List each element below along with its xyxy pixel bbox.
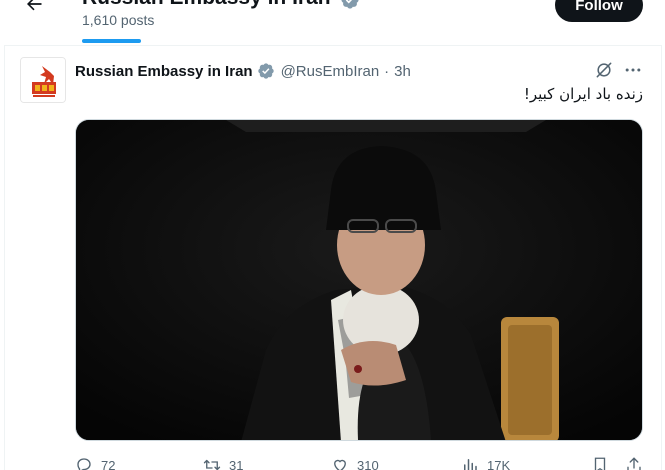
author-handle[interactable]: @RusEmbIran [281,63,380,80]
back-button[interactable] [18,0,50,20]
views-button[interactable]: 17K [461,456,510,470]
tweet-author-row: Russian Embassy in Iran @RusEmbIran · 3h [75,61,411,81]
tweet-image[interactable] [75,119,643,441]
verified-badge-icon [341,0,359,9]
views-bar-chart-icon [464,459,477,470]
heart-icon [334,459,346,470]
arrow-left-icon [27,0,42,11]
more-horizontal-icon[interactable] [623,60,643,80]
repost-button[interactable]: 31 [203,456,243,470]
share-icon [627,457,641,470]
reply-button[interactable]: 72 [75,456,115,470]
post-count: 1,610 posts [82,12,155,28]
post-time[interactable]: 3h [394,63,411,80]
active-tab-indicator [82,39,141,43]
bookmark-icon [594,457,606,470]
follow-button[interactable]: Follow [555,0,643,22]
profile-header: Russian Embassy in Iran 1,610 posts Foll… [0,0,665,46]
bookmark-button[interactable] [591,456,617,470]
embassy-logo-icon [21,58,65,102]
separator-dot: · [384,62,390,80]
grok-icon[interactable] [594,60,614,80]
repost-icon [203,459,221,470]
avatar[interactable] [20,57,66,103]
repost-count: 31 [229,457,244,470]
tweet-actions: 72 31 310 17K [75,456,643,470]
reply-count: 72 [101,457,116,470]
author-name[interactable]: Russian Embassy in Iran [75,63,253,80]
profile-title: Russian Embassy in Iran [82,0,331,10]
tweet-text: زنده باد ایران کبیر! [523,85,643,103]
video-still-image [76,120,642,440]
verified-badge-icon [257,63,274,79]
reply-icon [77,458,91,470]
like-button[interactable]: 310 [331,456,379,470]
share-button[interactable] [625,456,651,470]
like-count: 310 [357,457,379,470]
view-count: 17K [487,457,511,470]
